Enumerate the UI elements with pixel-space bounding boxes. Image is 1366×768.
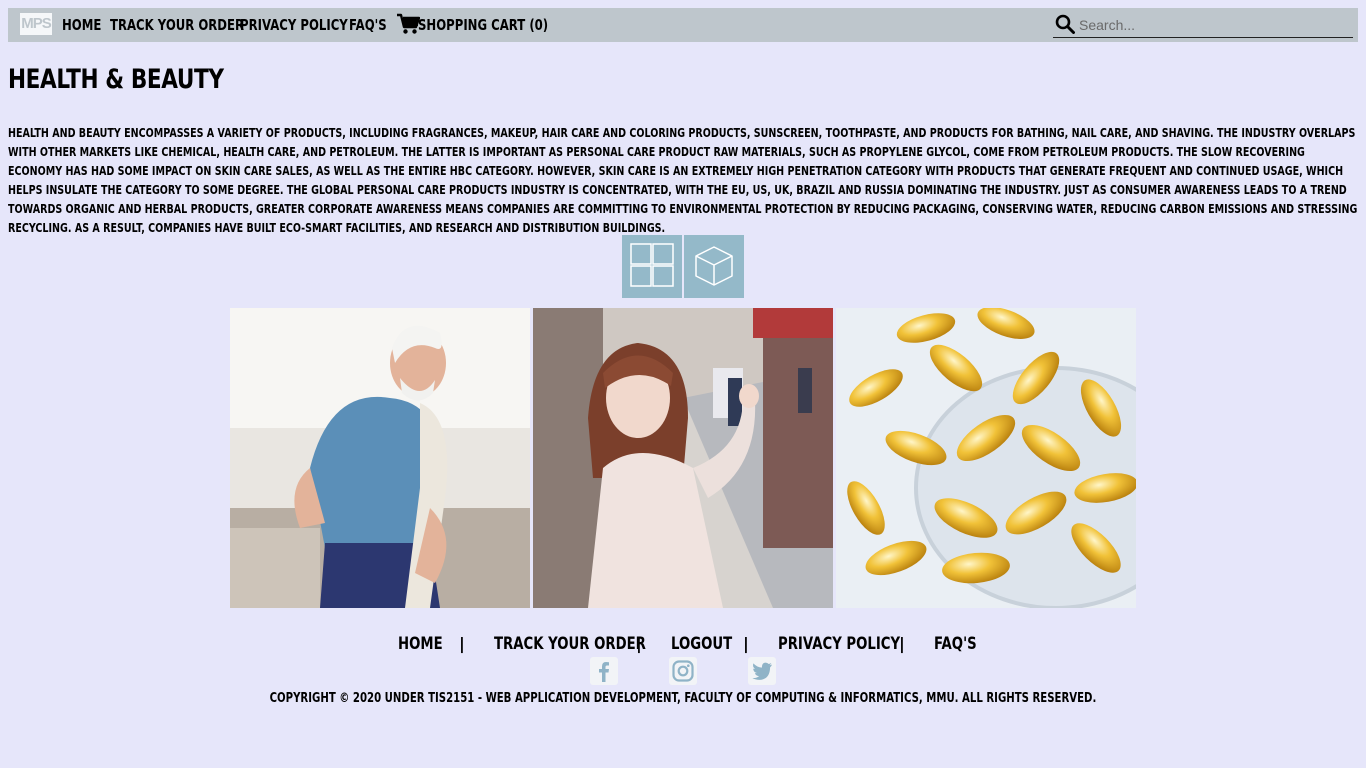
search-box — [1053, 11, 1353, 38]
grid-view-icon — [630, 243, 674, 287]
facebook-icon — [599, 662, 609, 682]
footer-track-order[interactable]: TRACK YOUR ORDER — [494, 632, 646, 656]
footer-separator: | — [636, 634, 642, 653]
box-view-button[interactable] — [684, 235, 744, 298]
footer-home[interactable]: HOME — [398, 632, 443, 656]
nav-faq[interactable]: FAQ'S — [349, 8, 387, 42]
site-logo[interactable]: MPS — [20, 13, 52, 35]
footer-separator: | — [899, 634, 905, 653]
grid-view-button[interactable] — [622, 235, 682, 298]
twitter-icon — [752, 662, 772, 680]
footer-separator: | — [743, 634, 749, 653]
footer-separator: | — [459, 634, 465, 653]
copyright-label: COPYRIGHT © 2020 UNDER TIS2151 - WEB APP… — [269, 691, 1097, 706]
nav-track-order[interactable]: TRACK YOUR ORDER — [110, 8, 244, 42]
box-view-icon — [695, 246, 733, 286]
facebook-link[interactable] — [590, 657, 618, 685]
instagram-link[interactable] — [669, 657, 697, 685]
product-image-elderly-man[interactable] — [230, 308, 530, 608]
cart-icon[interactable] — [396, 13, 420, 35]
twitter-link[interactable] — [748, 657, 776, 685]
top-navbar: MPS HOME TRACK YOUR ORDER PRIVACY POLICY… — [8, 8, 1358, 42]
footer-faq[interactable]: FAQ'S — [934, 632, 977, 656]
category-description: HEALTH AND BEAUTY ENCOMPASSES A VARIETY … — [8, 126, 1358, 235]
product-image-woman-street[interactable] — [533, 308, 833, 608]
search-input[interactable] — [1077, 13, 1351, 37]
nav-privacy-policy[interactable]: PRIVACY POLICY — [240, 8, 348, 42]
nav-shopping-cart[interactable]: SHOPPING CART (0) — [418, 8, 548, 42]
page-title: HEALTH & BEAUTY — [8, 64, 224, 95]
copyright-text: COPYRIGHT © 2020 UNDER TIS2151 - WEB APP… — [0, 690, 1366, 708]
instagram-icon — [672, 660, 694, 682]
nav-home[interactable]: HOME — [62, 8, 101, 42]
search-icon[interactable] — [1055, 14, 1075, 34]
footer-logout[interactable]: LOGOUT — [671, 632, 732, 656]
product-image-supplement-capsules[interactable] — [836, 308, 1136, 608]
footer-privacy-policy[interactable]: PRIVACY POLICY — [778, 632, 900, 656]
